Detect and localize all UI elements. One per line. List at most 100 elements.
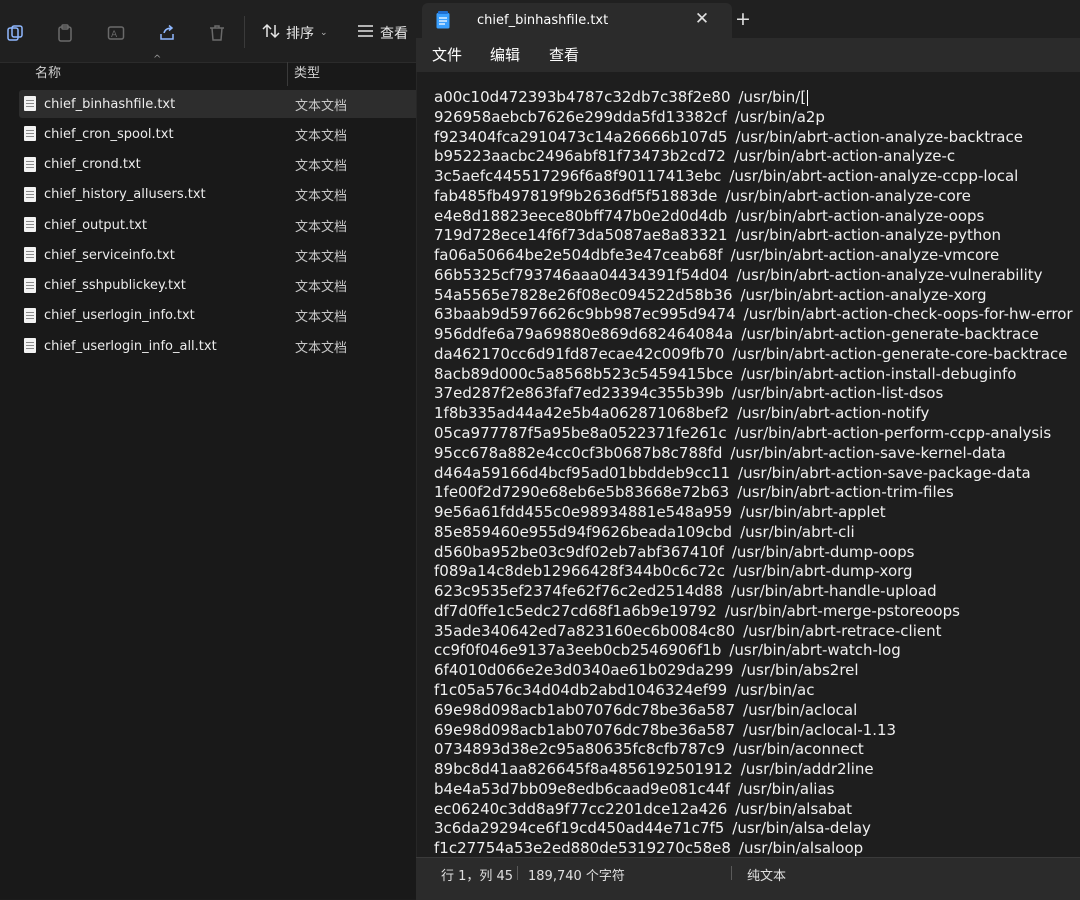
text-line: 623c9535ef2374fe62f76c2ed2514d88/usr/bin… — [434, 582, 1073, 602]
list-view-icon — [357, 24, 374, 42]
character-count: 189,740 个字符 — [528, 869, 625, 884]
text-line: 719d728ece14f6f73da5087ae8a83321/usr/bin… — [434, 226, 1073, 246]
file-row[interactable]: chief_binhashfile.txt 文本文档 — [19, 90, 420, 118]
text-line: fab485fb497819f9b2636df5f51883de/usr/bin… — [434, 187, 1073, 207]
column-header: ^ 名称 类型 — [0, 54, 420, 86]
hash-value: 3c5aefc445517296f6a8f90117413ebc — [434, 167, 722, 186]
file-row[interactable]: chief_userlogin_info_all.txt 文本文档 — [19, 332, 420, 360]
text-line: b95223aacbc2496abf81f73473b2cd72/usr/bin… — [434, 147, 1073, 167]
file-row[interactable]: chief_history_allusers.txt 文本文档 — [19, 181, 420, 209]
sort-label: 排序 — [286, 26, 314, 42]
document-tab[interactable]: chief_binhashfile.txt ✕ — [422, 3, 732, 38]
column-divider[interactable] — [287, 62, 288, 86]
copy-icon[interactable] — [2, 20, 28, 46]
file-path: /usr/bin/[ — [738, 88, 807, 106]
text-line: 1f8b335ad44a42e5b4a062871068bef2/usr/bin… — [434, 404, 1073, 424]
file-path: /usr/bin/alsa-delay — [732, 819, 871, 838]
file-row[interactable]: chief_userlogin_info.txt 文本文档 — [19, 302, 420, 330]
text-editor[interactable]: a00c10d472393b4787c32db7c38f2e80/usr/bin… — [417, 72, 1080, 857]
hash-value: 05ca977787f5a95be8a0522371fe261c — [434, 424, 727, 443]
text-line: 63baab9d5976626c9bb987ec995d9474/usr/bin… — [434, 305, 1073, 325]
text-line: 54a5565e7828e26f08ec094522d58b36/usr/bin… — [434, 286, 1073, 306]
column-type-header[interactable]: 类型 — [294, 62, 320, 81]
column-name-header[interactable]: 名称 — [35, 62, 61, 81]
file-path: /usr/bin/abrt-action-generate-backtrace — [741, 325, 1039, 344]
rename-icon[interactable]: A — [103, 20, 129, 46]
hash-value: 3c6da29294ce6f19cd450ad44e71c7f5 — [434, 819, 725, 838]
text-file-icon — [24, 156, 36, 172]
status-divider — [517, 866, 518, 880]
text-file-icon — [24, 338, 36, 353]
file-path: /usr/bin/ac — [735, 680, 815, 699]
file-type: 文本文档 — [295, 159, 348, 174]
hash-value: f089a14c8deb12966428f344b0c6c72c — [434, 562, 725, 581]
file-path: /usr/bin/abrt-dump-oops — [731, 542, 915, 561]
text-line: 956ddfe6a79a69880e869d682464084a/usr/bin… — [434, 325, 1073, 345]
file-path: /usr/bin/abrt-dump-xorg — [732, 562, 913, 581]
hash-value: fa06a50664be2e504dbfe3e47ceab68f — [434, 246, 723, 265]
file-path: /usr/bin/abrt-watch-log — [729, 641, 901, 660]
cursor-position: 行 1，列 45 — [441, 869, 514, 884]
file-type: 文本文档 — [295, 219, 348, 235]
hash-value: 37ed287f2e863faf7ed23394c355b39b — [434, 384, 724, 403]
chevron-down-icon: ⌄ — [320, 28, 328, 38]
file-name: chief_sshpublickey.txt — [44, 278, 186, 293]
text-line: 0734893d38e2c95a80635fc8cfb787c9/usr/bin… — [434, 740, 1073, 760]
file-format[interactable]: 纯文本 — [747, 865, 786, 884]
hash-value: da462170cc6d91fd87ecae42c009fb70 — [434, 344, 725, 363]
hash-value: b4e4a53d7bb09e8edb6caad9e081c44f — [434, 779, 731, 798]
text-line: 6f4010d066e2e3d0340ae61b029da299/usr/bin… — [434, 661, 1073, 681]
delete-icon[interactable] — [204, 20, 230, 46]
file-name: chief_userlogin_info_all.txt — [44, 338, 217, 354]
hash-value: 95cc678a882e4cc0cf3b0687b8c788fd — [434, 443, 723, 462]
file-name: chief_output.txt — [44, 217, 147, 233]
file-name: chief_history_allusers.txt — [44, 187, 206, 203]
text-line: d560ba952be03c9df02eb7abf367410f/usr/bin… — [434, 543, 1073, 563]
file-name: chief_cron_spool.txt — [44, 126, 174, 142]
text-file-icon — [24, 277, 36, 293]
hash-value: cc9f0f046e9137a3eeb0cb2546906f1b — [434, 641, 722, 660]
sort-icon — [262, 23, 280, 43]
share-icon[interactable] — [154, 20, 180, 46]
hash-value: 63baab9d5976626c9bb987ec995d9474 — [434, 305, 736, 324]
file-row[interactable]: chief_crond.txt 文本文档 — [19, 151, 420, 179]
text-file-icon — [24, 247, 36, 263]
file-row[interactable]: chief_serviceinfo.txt 文本文档 — [19, 241, 420, 269]
text-line: ec06240c3dd8a9f77cc2201dce12a426/usr/bin… — [434, 800, 1073, 820]
text-line: 85e859460e955d94f9626beada109cbd/usr/bin… — [434, 523, 1073, 543]
new-tab-icon[interactable]: + — [732, 8, 754, 30]
sort-ascending-icon: ^ — [153, 54, 162, 65]
file-path: /usr/bin/abrt-merge-pstoreoops — [724, 601, 960, 620]
hash-value: a00c10d472393b4787c32db7c38f2e80 — [434, 88, 731, 106]
paste-icon[interactable] — [52, 20, 78, 46]
file-type: 文本文档 — [295, 128, 348, 144]
view-button[interactable]: 查看 — [357, 20, 408, 46]
menu-edit[interactable]: 编辑 — [490, 44, 520, 65]
hash-value: 623c9535ef2374fe62f76c2ed2514d88 — [434, 582, 724, 601]
text-line: f1c27754a53e2ed880de5319270c58e8/usr/bin… — [434, 839, 1073, 857]
file-path: /usr/bin/abrt-applet — [740, 503, 886, 522]
file-path: /usr/bin/abrt-retrace-client — [743, 621, 942, 640]
text-line: 05ca977787f5a95be8a0522371fe261c/usr/bin… — [434, 424, 1073, 444]
hash-value: d560ba952be03c9df02eb7abf367410f — [434, 542, 724, 561]
hash-value: 0734893d38e2c95a80635fc8cfb787c9 — [434, 740, 725, 759]
file-path: /usr/bin/abrt-action-analyze-c — [733, 147, 956, 166]
file-row[interactable]: chief_cron_spool.txt 文本文档 — [19, 120, 420, 148]
status-bar: 行 1，列 45 189,740 个字符 纯文本 — [416, 857, 1080, 900]
text-line: 37ed287f2e863faf7ed23394c355b39b/usr/bin… — [434, 384, 1073, 404]
hash-value: 66b5325cf793746aaa04434391f54d04 — [434, 265, 729, 284]
file-path: /usr/bin/alsaloop — [738, 839, 864, 857]
file-row[interactable]: chief_output.txt 文本文档 — [19, 211, 420, 239]
text-line: 69e98d098acb1ab07076dc78be36a587/usr/bin… — [434, 721, 1073, 741]
menu-file[interactable]: 文件 — [432, 44, 462, 65]
menu-view[interactable]: 查看 — [549, 44, 579, 65]
file-path: /usr/bin/abrt-action-generate-core-backt… — [732, 344, 1068, 363]
file-path: /usr/bin/aclocal-1.13 — [743, 720, 897, 739]
sort-button[interactable]: 排序 ⌄ — [262, 20, 328, 46]
file-path: /usr/bin/addr2line — [740, 760, 874, 779]
file-path: /usr/bin/abrt-action-analyze-ccpp-local — [729, 167, 1019, 186]
view-label: 查看 — [380, 26, 408, 42]
file-path: /usr/bin/abrt-handle-upload — [731, 582, 937, 601]
file-row[interactable]: chief_sshpublickey.txt 文本文档 — [19, 272, 420, 300]
close-tab-icon[interactable]: ✕ — [690, 7, 714, 31]
